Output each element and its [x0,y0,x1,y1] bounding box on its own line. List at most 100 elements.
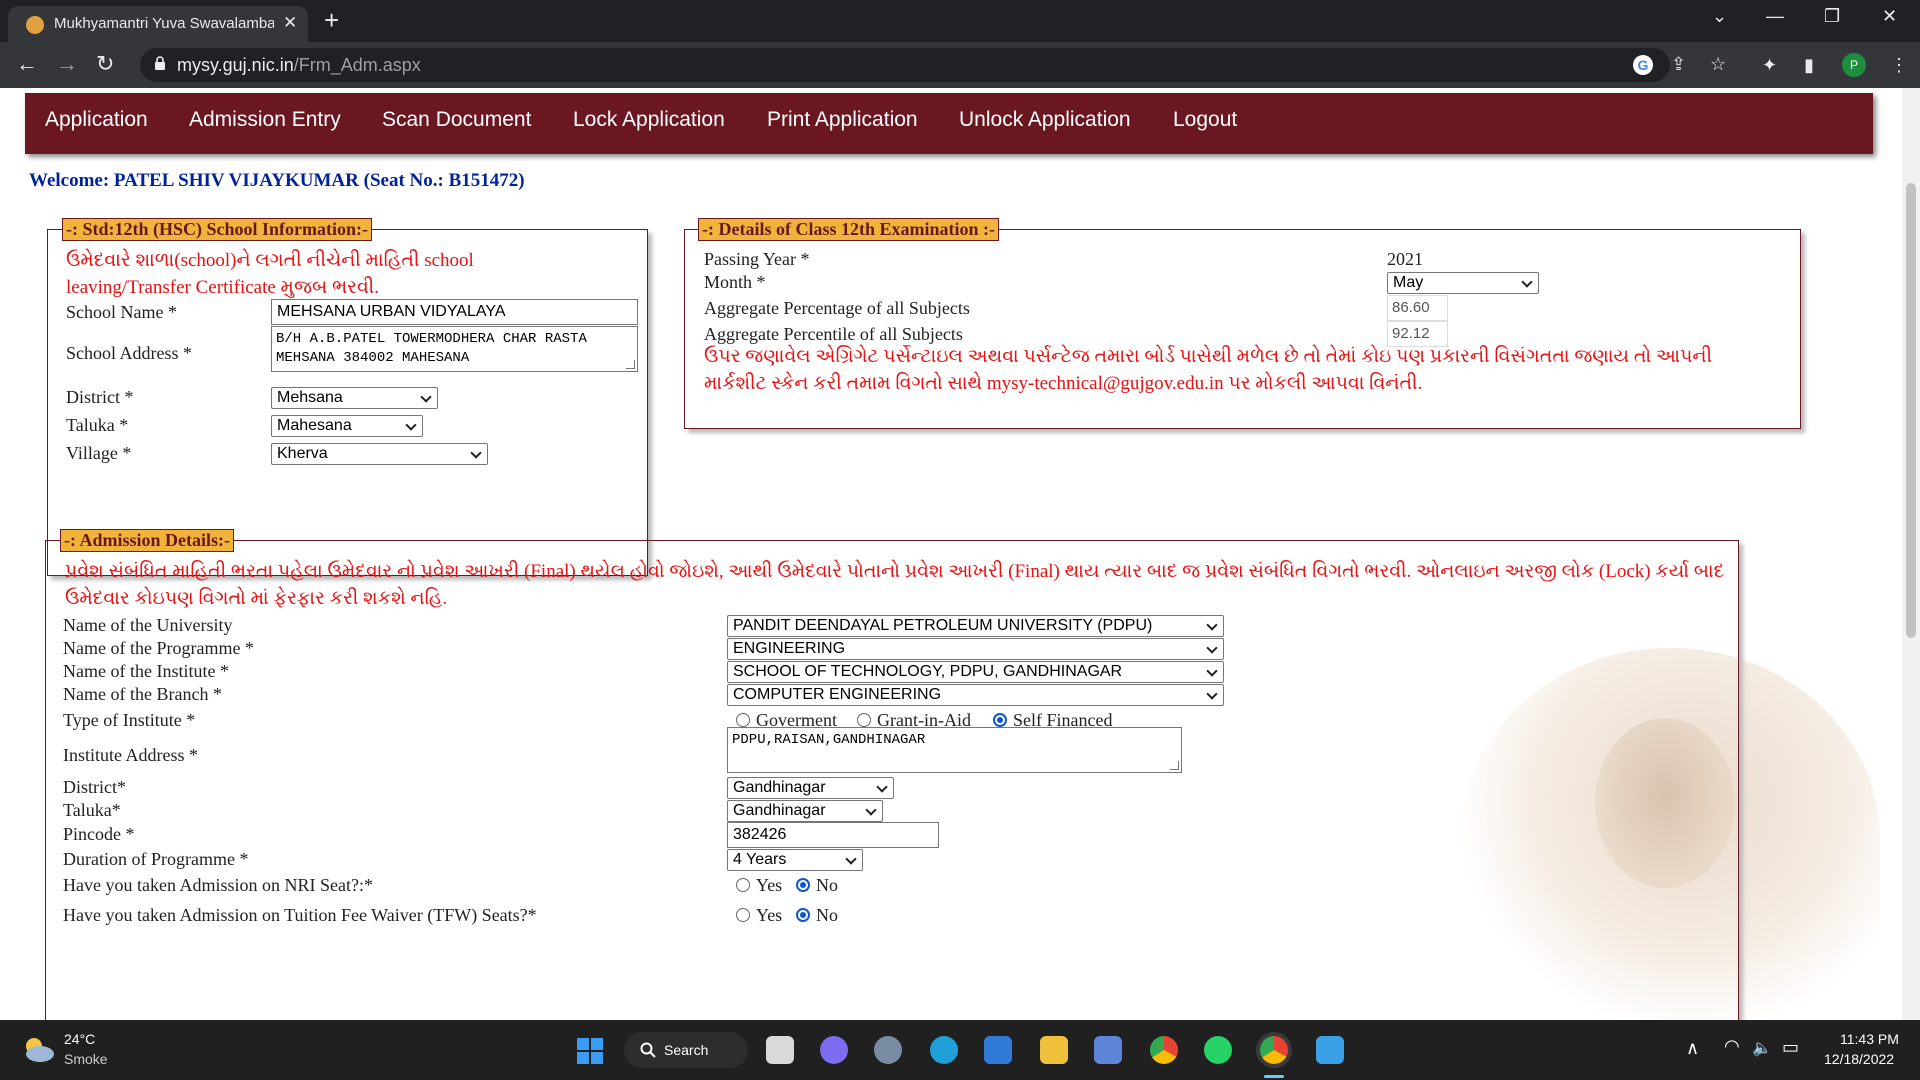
university-label: Name of the University [63,615,233,635]
clock-time[interactable]: 11:43 PM [1840,1031,1899,1047]
windows-taskbar: 24°C Smoke Search ∧ ◠ 🔈 ▭ 11:43 PM 12/18… [0,1020,1920,1080]
aggregate-percentile-label: Aggregate Percentile of all Subjects [704,324,963,344]
passing-year-label: Passing Year * [704,249,810,269]
address-bar[interactable]: mysy.guj.nic.in/Frm_Adm.aspx G ⇪ ☆ [140,48,1726,82]
windows-start-icon[interactable] [576,1037,604,1065]
school-name-input[interactable]: MEHSANA URBAN VIDYALAYA [271,299,638,325]
chrome-profile-icon[interactable] [1260,1036,1288,1064]
exam-details-section: -: Details of Class 12th Examination :- … [684,218,1801,429]
school-name-label: School Name * [66,302,177,322]
nri-yes-radio[interactable] [736,878,750,892]
weather-desc: Smoke [64,1051,108,1067]
institute-type-label: Type of Institute * [63,710,196,730]
tab-close-icon[interactable]: ✕ [283,13,297,33]
institute-taluka-select[interactable]: Gandhinagar [727,800,883,822]
wifi-icon[interactable]: ◠ [1724,1036,1740,1057]
battery-icon[interactable]: ▭ [1782,1037,1799,1058]
menu-logout[interactable]: Logout [1173,108,1237,132]
teams-chat-icon[interactable] [820,1036,848,1064]
active-app-indicator [1264,1075,1284,1078]
branch-select[interactable]: COMPUTER ENGINEERING [727,684,1224,706]
scrollbar-thumb[interactable] [1906,183,1916,638]
page-scrollbar[interactable] [1902,88,1920,1020]
volume-icon[interactable]: 🔈 [1752,1038,1772,1058]
school-district-select[interactable]: Mehsana [271,387,438,409]
back-button[interactable]: ← [16,51,38,77]
nri-no-label: No [816,875,838,895]
institute-address-textarea[interactable]: PDPU,RAISAN,GANDHINAGAR [727,727,1182,773]
tray-overflow-chevron-icon[interactable]: ∧ [1686,1038,1699,1059]
browser-tabstrip: Mukhyamantri Yuva Swavalamba ✕ + ⌄ — ❐ ✕ [0,0,1920,42]
pincode-input[interactable]: 382426 [727,822,939,848]
exam-month-label: Month * [704,272,766,292]
exam-month-select[interactable]: May [1387,272,1539,294]
institute-label: Name of the Institute * [63,661,229,681]
type-self-financed-radio[interactable] [993,713,1007,727]
chrome-icon[interactable] [1150,1036,1178,1064]
school-info-section: -: Std:12th (HSC) School Information:- ઉ… [47,218,648,576]
institute-district-label: District* [63,777,126,797]
school-address-textarea[interactable]: B/H A.B.PATEL TOWERMODHERA CHAR RASTA ME… [271,326,638,372]
mail-icon[interactable] [984,1036,1012,1064]
menu-admission-entry[interactable]: Admission Entry [189,108,341,132]
menu-lock-application[interactable]: Lock Application [573,108,725,132]
taskbar-search-button[interactable]: Search [624,1032,748,1068]
whatsapp-icon[interactable] [1204,1036,1232,1064]
school-taluka-label: Taluka * [66,415,129,435]
school-info-note: ઉમેદવારે શાળા(school)ને લગતી નીચેની માહિ… [66,250,474,298]
institute-district-select[interactable]: Gandhinagar [727,777,894,799]
nri-no-radio[interactable] [796,878,810,892]
clock-date[interactable]: 12/18/2022 [1824,1051,1894,1067]
institute-address-label: Institute Address * [63,745,198,765]
school-village-label: Village * [66,443,132,463]
nri-yes-label: Yes [756,875,783,895]
task-view-icon[interactable] [766,1036,794,1064]
taskbar-search-label: Search [664,1042,709,1058]
photos-icon[interactable] [1316,1036,1344,1064]
menu-scan-document[interactable]: Scan Document [382,108,531,132]
edge-browser-icon[interactable] [930,1036,958,1064]
menu-print-application[interactable]: Print Application [767,108,918,132]
profile-avatar[interactable]: P [1842,53,1866,77]
admission-details-note: પ્રવેશ સંબંધિત માહિતી ભરતા પહેલા ઉમેદવાર… [65,561,1725,609]
browser-tab[interactable]: Mukhyamantri Yuva Swavalamba ✕ [8,6,308,42]
school-taluka-select[interactable]: Mahesana [271,415,423,437]
reload-button[interactable]: ↻ [96,51,114,77]
passing-year-value: 2021 [1387,249,1423,269]
side-panel-icon[interactable]: ▮ [1804,55,1814,76]
tfw-no-radio[interactable] [796,908,810,922]
menu-unlock-application[interactable]: Unlock Application [959,108,1131,132]
browser-menu-icon[interactable]: ⋮ [1890,55,1908,76]
programme-select[interactable]: ENGINEERING [727,638,1224,660]
url-text[interactable]: mysy.guj.nic.in/Frm_Adm.aspx [177,55,421,76]
forward-button[interactable]: → [56,51,78,77]
menu-application[interactable]: Application [45,108,148,132]
restore-button[interactable]: ❐ [1824,6,1840,27]
microsoft-store-icon[interactable] [1094,1036,1122,1064]
file-explorer-icon[interactable] [1040,1036,1068,1064]
minimize-button[interactable]: — [1766,6,1784,27]
nri-seat-label: Have you taken Admission on NRI Seat?:* [63,875,373,895]
new-tab-button[interactable]: + [324,5,339,36]
web-page: Application Admission Entry Scan Documen… [0,88,1902,1020]
type-grant-in-aid-radio[interactable] [857,713,871,727]
school-village-select[interactable]: Kherva [271,443,488,465]
lock-icon[interactable] [154,56,166,70]
weather-cloud-icon[interactable] [20,1034,56,1064]
university-select[interactable]: PANDIT DEENDAYAL PETROLEUM UNIVERSITY (P… [727,615,1224,637]
institute-select[interactable]: SCHOOL OF TECHNOLOGY, PDPU, GANDHINAGAR [727,661,1224,683]
tab-search-icon[interactable]: ⌄ [1712,6,1727,27]
tfw-yes-radio[interactable] [736,908,750,922]
type-government-radio[interactable] [736,713,750,727]
google-lens-icon[interactable]: G [1633,55,1653,75]
pincode-label: Pincode * [63,824,135,844]
settings-gear-icon[interactable] [874,1036,902,1064]
welcome-message: Welcome: PATEL SHIV VIJAYKUMAR (Seat No.… [29,170,525,191]
bookmark-star-icon[interactable]: ☆ [1710,54,1726,75]
duration-select[interactable]: 4 Years [727,849,863,871]
school-address-label: School Address * [66,343,192,363]
share-icon[interactable]: ⇪ [1671,54,1686,75]
close-window-button[interactable]: ✕ [1882,6,1897,27]
weather-temp: 24°C [64,1031,96,1047]
extensions-icon[interactable]: ✦ [1762,55,1777,76]
